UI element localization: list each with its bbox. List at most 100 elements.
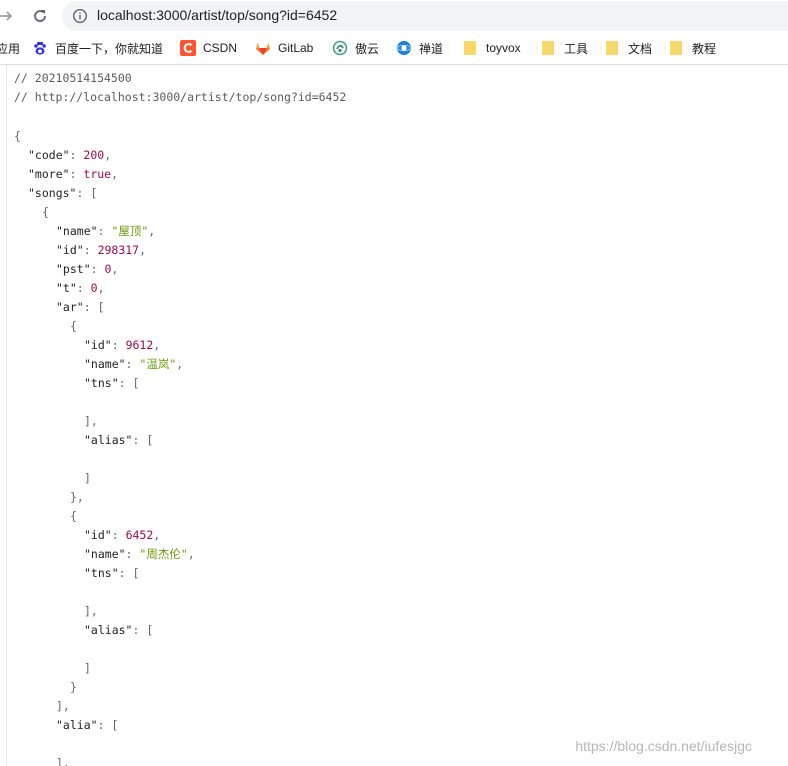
json-punct: ,	[187, 547, 195, 561]
json-punct: ]	[84, 471, 91, 485]
json-punct: :	[90, 262, 105, 276]
url-text[interactable]: localhost:3000/artist/top/song?id=6452	[97, 7, 337, 23]
bookmark-label: 禅道	[419, 41, 444, 56]
json-key: "name"	[84, 357, 126, 371]
bookmark-label: 文档	[628, 41, 653, 56]
zentao-icon	[396, 41, 412, 55]
json-line: "tns": [	[84, 374, 139, 393]
json-line: ]	[84, 469, 91, 488]
json-number: 9612	[125, 338, 154, 352]
bookmark-label: 工具	[564, 41, 589, 56]
json-punct: ],	[84, 604, 98, 618]
json-punct: ,	[111, 262, 119, 276]
json-punct: {	[42, 205, 49, 219]
json-punct: ,	[111, 167, 119, 181]
json-key: "tns"	[84, 376, 119, 390]
json-line: "id": 298317,	[56, 241, 146, 260]
json-key: "alias"	[84, 623, 133, 637]
bookmarks-bar: 应用 百度一下，你就知道 CSDN GitLab 傲云 禅道 toyvox 工具…	[0, 32, 788, 65]
json-key: "name"	[56, 224, 98, 238]
json-punct: ,	[97, 281, 105, 295]
json-punct: {	[70, 319, 77, 333]
forward-arrow-icon[interactable]	[0, 4, 18, 28]
json-punct: {	[14, 129, 21, 143]
json-punct: ,	[176, 357, 184, 371]
folder-icon	[464, 41, 476, 55]
json-line: "alia": [	[56, 716, 118, 735]
bookmark-apps[interactable]: 应用	[0, 37, 20, 59]
json-punct: : [	[118, 376, 140, 390]
json-punct: :	[83, 243, 98, 257]
folder-icon	[606, 41, 618, 55]
json-punct: }	[70, 680, 77, 694]
json-line: },	[70, 488, 84, 507]
json-number: 200	[83, 148, 105, 162]
json-line: {	[14, 127, 21, 146]
json-key: "name"	[84, 547, 126, 561]
info-icon[interactable]	[72, 8, 88, 24]
json-line: "alias": [	[84, 621, 153, 640]
json-punct: :	[69, 167, 84, 181]
bookmark-folder-docs[interactable]: 文档	[604, 37, 652, 59]
json-line: ],	[56, 754, 70, 766]
json-key: "id"	[56, 243, 84, 257]
json-line: ],	[84, 412, 98, 431]
bookmark-label: toyvox	[486, 41, 521, 55]
watermark: https://blog.csdn.net/iufesjgc	[575, 738, 752, 754]
json-key: "id"	[84, 528, 112, 542]
bookmark-folder-tutorials[interactable]: 教程	[668, 37, 716, 59]
json-line: "alias": [	[84, 431, 153, 450]
json-number: 6452	[125, 528, 154, 542]
json-punct: ]	[84, 661, 91, 675]
gutter-line	[6, 65, 7, 766]
bookmark-folder-toyvox[interactable]: toyvox	[462, 37, 521, 59]
json-line: ],	[84, 602, 98, 621]
json-punct: :	[125, 547, 140, 561]
json-key: "alia"	[56, 718, 98, 732]
json-punct: ,	[139, 243, 147, 257]
json-punct: : [	[118, 566, 140, 580]
address-bar[interactable]: localhost:3000/artist/top/song?id=6452	[62, 1, 788, 31]
json-punct: :	[97, 224, 112, 238]
json-punct: : [	[76, 186, 98, 200]
json-key: "code"	[28, 148, 70, 162]
json-line: "id": 9612,	[84, 336, 160, 355]
json-punct: : [	[132, 623, 154, 637]
bookmark-csdn[interactable]: CSDN	[180, 37, 237, 59]
bookmark-label: CSDN	[203, 41, 238, 55]
bookmark-gitlab[interactable]: GitLab	[255, 37, 313, 59]
json-string: "周杰伦"	[139, 547, 188, 561]
json-punct: ],	[56, 756, 70, 766]
json-line: "tns": [	[84, 564, 139, 583]
folder-icon	[542, 41, 554, 55]
json-key: "id"	[84, 338, 112, 352]
json-punct: ,	[153, 338, 161, 352]
reload-icon[interactable]	[28, 4, 52, 28]
bookmark-baidu[interactable]: 百度一下，你就知道	[32, 37, 163, 59]
json-line: "pst": 0,	[56, 260, 118, 279]
json-punct: },	[70, 490, 84, 504]
json-punct: ],	[84, 414, 98, 428]
json-line: {	[70, 507, 77, 526]
json-line: "name": "屋顶",	[56, 222, 155, 241]
bookmark-zentao[interactable]: 禅道	[396, 37, 443, 59]
bookmark-folder-tools[interactable]: 工具	[540, 37, 588, 59]
bookmark-label: 教程	[692, 41, 717, 56]
json-key: "ar"	[56, 300, 84, 314]
json-line: "name": "周杰伦",	[84, 545, 195, 564]
json-punct: : [	[132, 433, 154, 447]
json-line: ]	[84, 659, 91, 678]
json-line: ],	[56, 697, 70, 716]
json-key: "songs"	[28, 186, 77, 200]
json-key: "t"	[56, 281, 77, 295]
bookmark-aoyun[interactable]: 傲云	[332, 37, 379, 59]
json-key: "alias"	[84, 433, 133, 447]
json-punct: :	[76, 281, 91, 295]
bookmark-label: 应用	[0, 41, 21, 56]
bookmark-label: GitLab	[278, 41, 314, 55]
url-comment: // http://localhost:3000/artist/top/song…	[14, 90, 347, 104]
json-number: 0	[90, 281, 98, 295]
json-line: }	[70, 678, 77, 697]
json-line: "more": true,	[28, 165, 118, 184]
json-punct: : [	[97, 718, 119, 732]
